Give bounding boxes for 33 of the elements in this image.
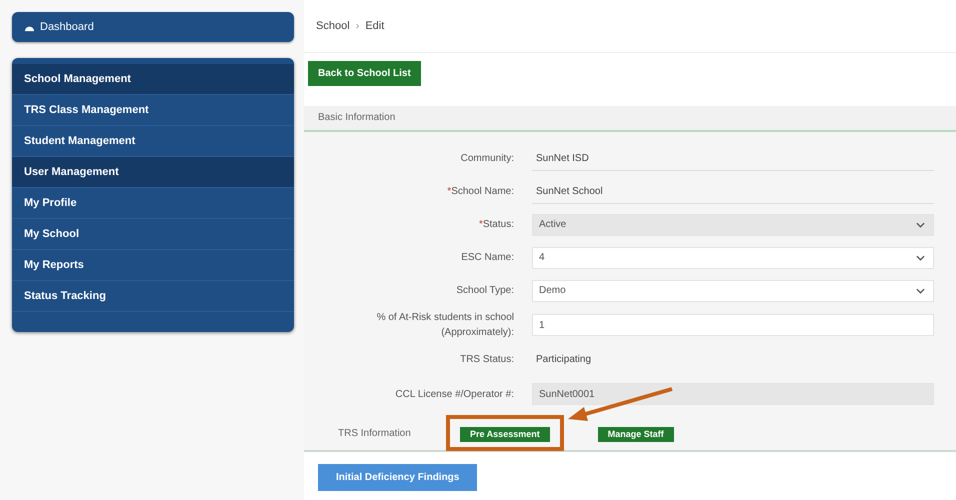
menu-item[interactable]: User Management — [12, 157, 294, 188]
field-label: ESC Name: — [460, 251, 514, 265]
select-field[interactable]: Demo — [532, 280, 934, 302]
select-field[interactable]: 4 — [532, 246, 934, 268]
chevron-icon — [916, 288, 925, 294]
input-field[interactable]: 1 — [532, 314, 934, 336]
field-value: Participating — [535, 353, 592, 367]
chevron-icon — [916, 222, 925, 228]
back-button[interactable]: Back to School List — [308, 61, 421, 86]
field-label: Community: — [460, 152, 514, 166]
menu-item[interactable]: TRS Class Management — [12, 95, 294, 126]
dashboard-link[interactable]: Dashboard — [12, 12, 294, 42]
field-label: % of At-Risk students in school (Approximately): — [376, 311, 514, 340]
field-label: School Type: — [455, 284, 514, 298]
panel-header: Basic Information — [304, 106, 956, 132]
menu-item[interactable]: My Reports — [12, 250, 294, 281]
breadcrumb-separator: › — [356, 20, 360, 32]
breadcrumb-link[interactable]: School — [316, 20, 350, 32]
menu-item[interactable]: School Management — [12, 64, 294, 95]
field-label: *Status: — [478, 218, 514, 232]
field-label: *School Name: — [446, 185, 514, 199]
menu-item[interactable]: My Profile — [12, 188, 294, 219]
action-button[interactable]: Pre Assessment — [460, 426, 550, 442]
field-value: SunNet School — [532, 180, 934, 204]
menu-item[interactable]: Status Tracking — [12, 281, 294, 312]
section-label: TRS Information — [338, 428, 412, 438]
field-label: CCL License #/Operator #: — [394, 388, 514, 402]
chevron-icon — [916, 254, 925, 260]
menu-item[interactable]: My School — [12, 219, 294, 250]
field-label: TRS Status: — [459, 353, 514, 367]
breadcrumb-current: Edit — [365, 20, 384, 32]
field-value: SunNet ISD — [532, 146, 934, 170]
action-button[interactable]: Manage Staff — [598, 426, 674, 442]
